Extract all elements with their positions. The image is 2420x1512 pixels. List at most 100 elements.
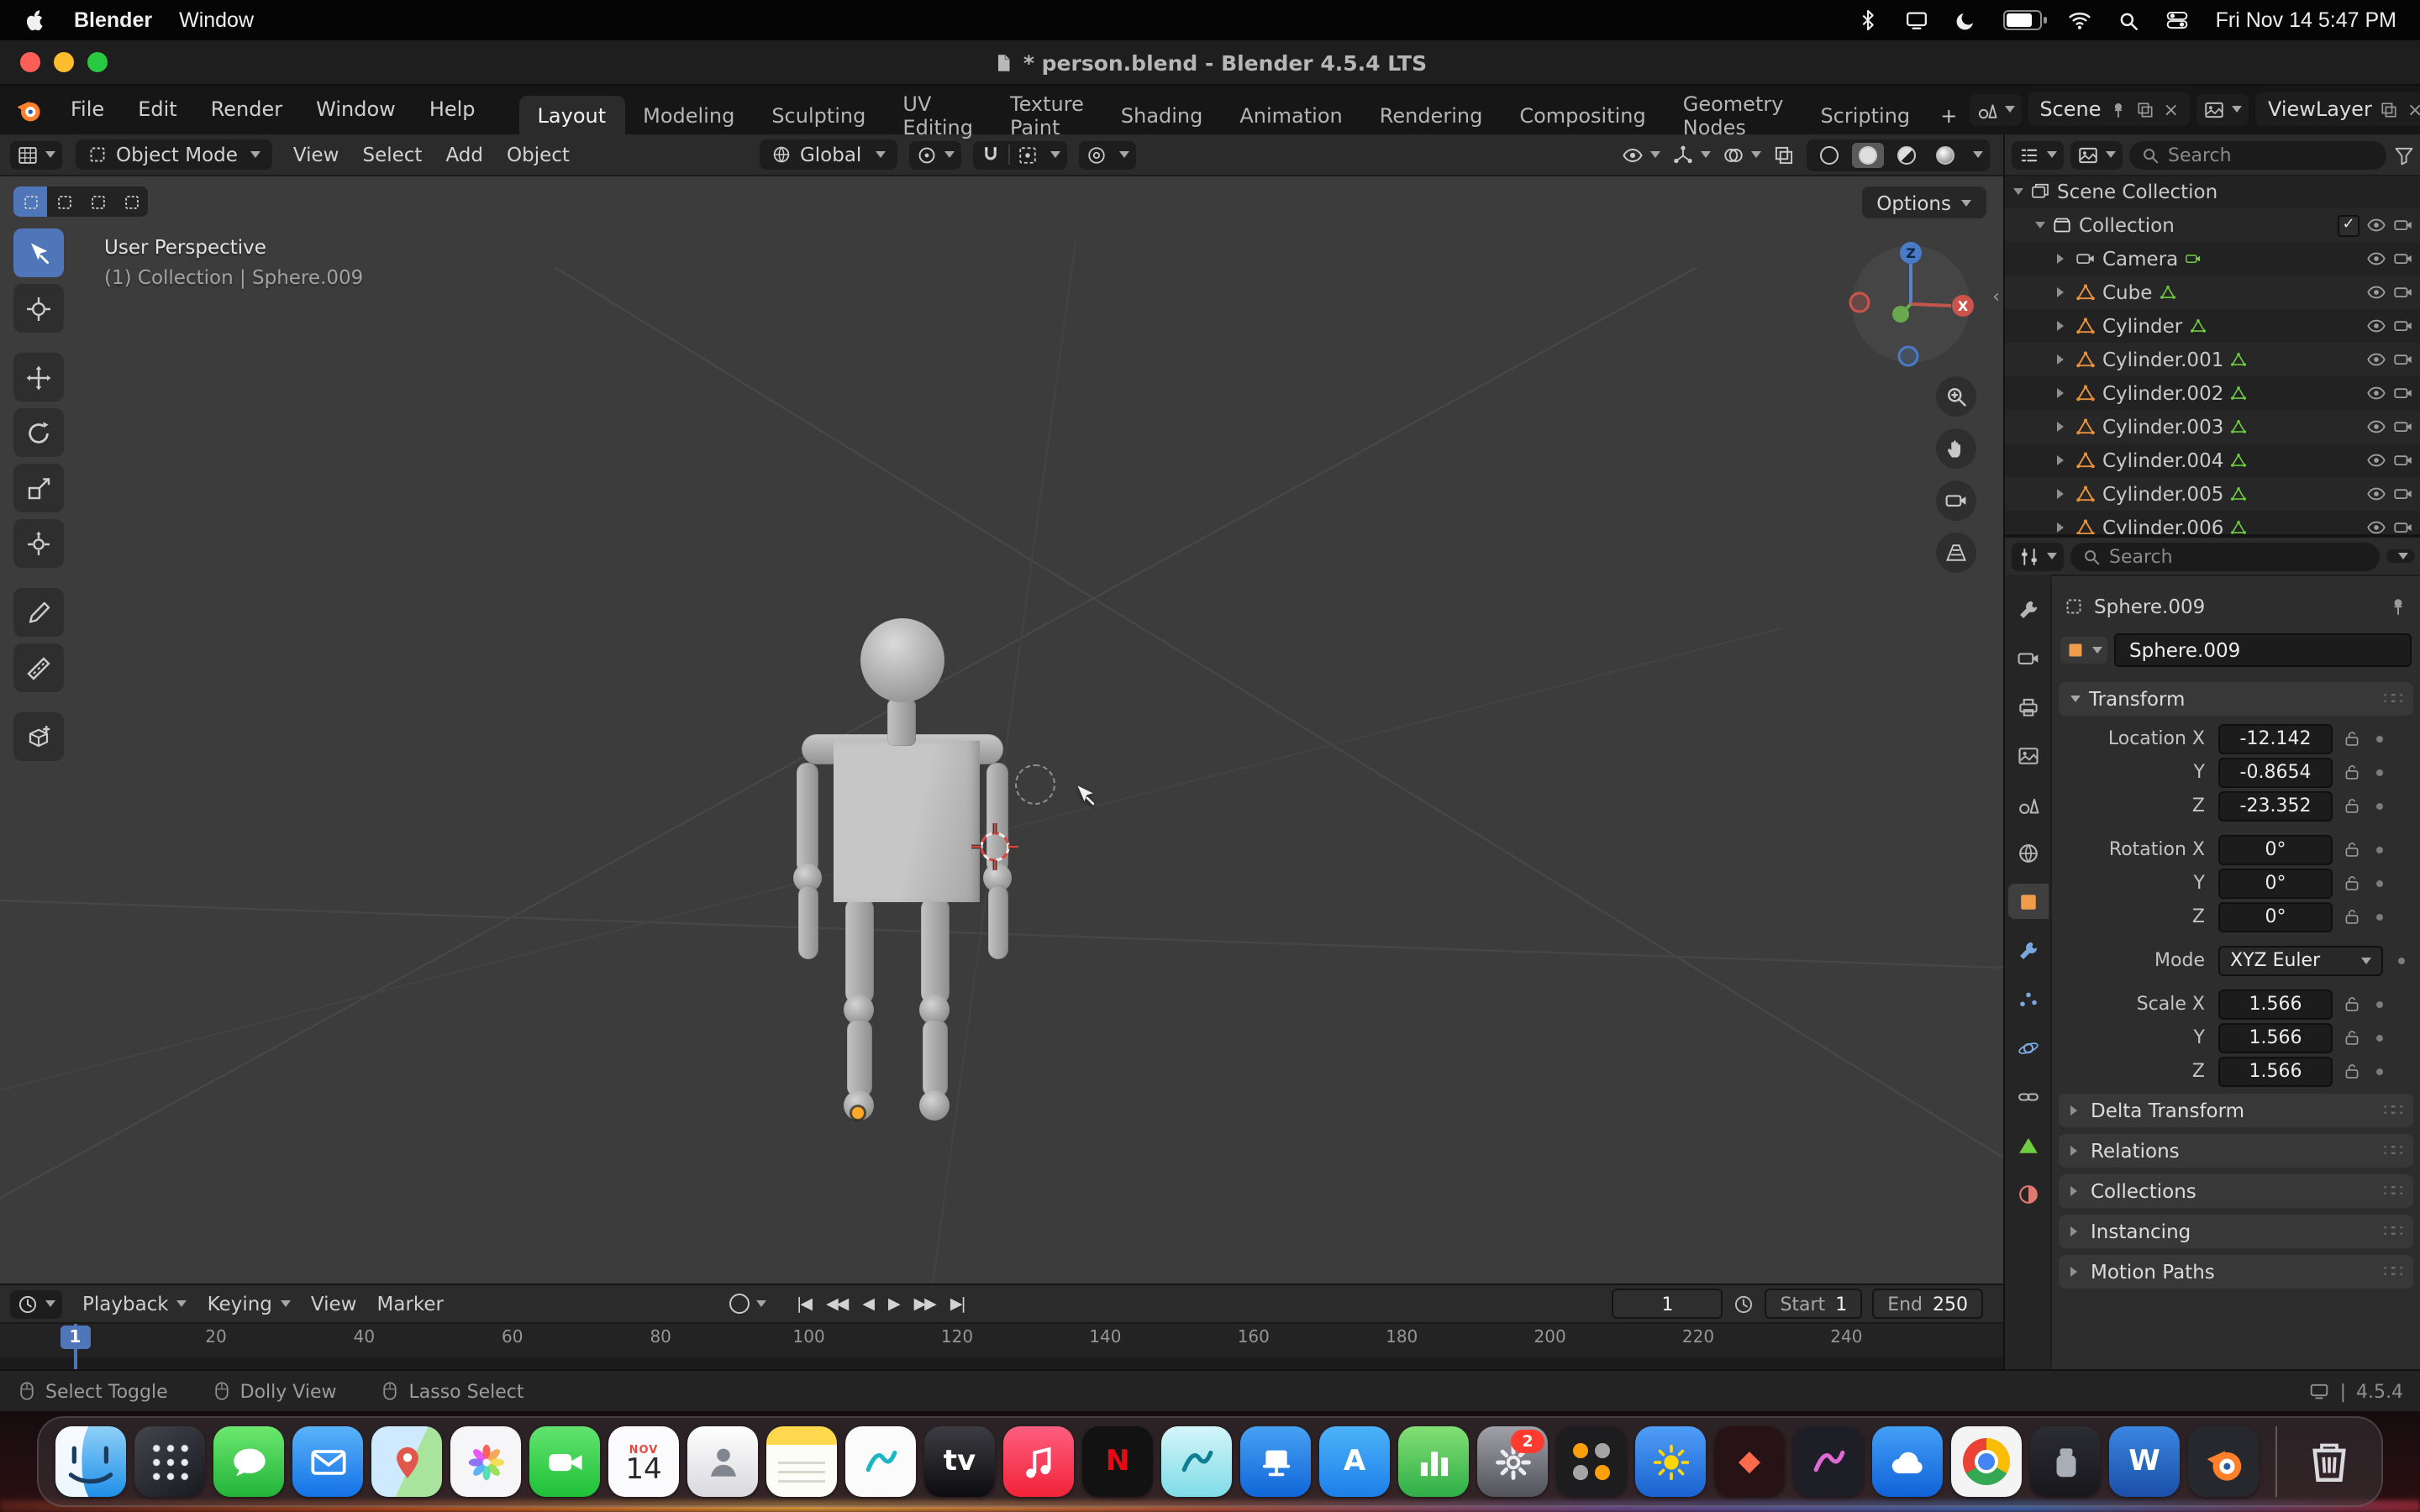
outliner-row-cylinder-004[interactable]: Cylinder.004: [2005, 444, 2420, 477]
disable-in-renders-toggle[interactable]: [2393, 215, 2413, 235]
dock-app-notes[interactable]: [766, 1426, 837, 1497]
viewport-menu-object[interactable]: Object: [507, 143, 570, 166]
properties-tab-object[interactable]: [2007, 884, 2048, 919]
collapse-arrow-icon[interactable]: [2057, 254, 2064, 264]
wifi-icon[interactable]: [2068, 8, 2093, 32]
menubar-clock[interactable]: Fri Nov 14 5:47 PM: [2216, 8, 2396, 32]
dock-app-maps[interactable]: [371, 1426, 442, 1497]
disable-in-renders-toggle[interactable]: [2393, 517, 2413, 534]
collapse-arrow-icon[interactable]: [2057, 455, 2064, 465]
animate-dot[interactable]: [2376, 846, 2383, 853]
properties-tab-scene[interactable]: [2007, 786, 2048, 822]
properties-tab-particles[interactable]: [2007, 981, 2048, 1016]
properties-options-button[interactable]: [2386, 549, 2415, 563]
menubar-menu-window[interactable]: Window: [179, 8, 254, 32]
dock-app-jar[interactable]: [2030, 1426, 2101, 1497]
panel-section-relations[interactable]: Relations∷∷: [2059, 1134, 2413, 1168]
dock-app-weather[interactable]: [1635, 1426, 1706, 1497]
dock-app-calculator[interactable]: [1556, 1426, 1627, 1497]
zoom-button[interactable]: [1936, 376, 1976, 417]
properties-tab-tool[interactable]: [2007, 591, 2048, 627]
dock-app-contacts[interactable]: [687, 1426, 758, 1497]
tool-annotate[interactable]: [13, 588, 64, 637]
properties-editor-type-button[interactable]: [2012, 542, 2064, 570]
disable-in-renders-toggle[interactable]: [2393, 484, 2413, 504]
tool-cursor[interactable]: [13, 284, 64, 333]
lock-toggle[interactable]: [2343, 907, 2361, 926]
play-reverse-button[interactable]: ◀: [862, 1294, 873, 1313]
dock-app-music[interactable]: [1003, 1426, 1074, 1497]
dock-app-cloud[interactable]: [1872, 1426, 1943, 1497]
navigation-gizmo[interactable]: Z X: [1845, 239, 1976, 370]
lock-toggle[interactable]: [2343, 840, 2361, 858]
dock-app-mail[interactable]: [292, 1426, 363, 1497]
menubar-menu-blender[interactable]: Blender: [74, 8, 152, 32]
3d-viewport[interactable]: Object Mode ViewSelectAddObject Global: [0, 134, 2003, 1284]
animate-dot[interactable]: [2376, 1034, 2383, 1041]
animate-dot[interactable]: [2398, 957, 2405, 963]
outliner-row-cylinder-003[interactable]: Cylinder.003: [2005, 410, 2420, 444]
shading-wireframe-button[interactable]: [1813, 142, 1845, 167]
tool-scale[interactable]: [13, 464, 64, 512]
overlays-dropdown[interactable]: [1723, 144, 1761, 165]
animate-dot[interactable]: [2376, 1068, 2383, 1074]
dock-app-pixel[interactable]: ◆: [1714, 1426, 1785, 1497]
viewport-canvas[interactable]: Options User Perspective (1) Collection …: [0, 175, 2003, 1284]
workspace-tab-geometry-nodes[interactable]: Geometry Nodes: [1665, 96, 1802, 134]
hide-in-viewport-toggle[interactable]: [2366, 417, 2386, 437]
object-id-type-button[interactable]: [2060, 637, 2107, 664]
dock-app-paint[interactable]: [1161, 1426, 1232, 1497]
jump-to-end-button[interactable]: ▶|: [950, 1294, 965, 1313]
viewport-menu-view[interactable]: View: [293, 143, 339, 166]
dock-app-chrome[interactable]: [1951, 1426, 2022, 1497]
tool-transform[interactable]: [13, 519, 64, 568]
shading-solid-button[interactable]: [1852, 142, 1884, 167]
properties-tab-render[interactable]: [2007, 640, 2048, 675]
transform-orientation-selector[interactable]: Global: [760, 139, 897, 170]
workspace-tab-texture-paint[interactable]: Texture Paint: [992, 96, 1102, 134]
selectable-checkbox[interactable]: ✓: [2338, 214, 2360, 236]
select-mode-extend[interactable]: [47, 186, 81, 217]
tool-measure[interactable]: [13, 643, 64, 692]
properties-search-input[interactable]: Search: [2070, 542, 2380, 570]
play-button[interactable]: ▶: [888, 1294, 899, 1313]
workspace-tab-compositing[interactable]: Compositing: [1501, 96, 1664, 134]
panel-section-instancing[interactable]: Instancing∷∷: [2059, 1215, 2413, 1248]
properties-tab-output[interactable]: [2007, 689, 2048, 724]
shading-rendered-button[interactable]: [1929, 142, 1961, 167]
number-field[interactable]: -0.8654: [2218, 757, 2333, 787]
pin-id-icon[interactable]: [2388, 596, 2408, 617]
camera-view-button[interactable]: [1936, 480, 1976, 521]
zoom-window-button[interactable]: [87, 52, 108, 72]
properties-tab-view-layer[interactable]: [2007, 738, 2048, 773]
workspace-tab-shading[interactable]: Shading: [1102, 96, 1222, 134]
pivot-point-selector[interactable]: [908, 140, 960, 169]
outliner-row-cube[interactable]: Cube: [2005, 276, 2420, 309]
perspective-toggle-button[interactable]: [1936, 533, 1976, 573]
outliner-row-cylinder-005[interactable]: Cylinder.005: [2005, 477, 2420, 511]
collapse-arrow-icon[interactable]: [2057, 522, 2064, 533]
dock-app-messages[interactable]: [213, 1426, 284, 1497]
sidebar-toggle-arrow[interactable]: ‹: [1992, 286, 2000, 307]
display-mirroring-icon[interactable]: [1905, 8, 1930, 32]
browse-scene-button[interactable]: [1969, 93, 2021, 125]
dock-app-keynote[interactable]: [1240, 1426, 1311, 1497]
breadcrumb-object-name[interactable]: Sphere.009: [2094, 595, 2205, 618]
blender-logo-icon[interactable]: [13, 94, 44, 124]
unlink-scene-icon[interactable]: ×: [2164, 98, 2179, 120]
timeline-menu-view[interactable]: View: [311, 1292, 357, 1315]
scene-selector[interactable]: Scene ×: [2028, 92, 2191, 126]
auto-keying-toggle[interactable]: [729, 1294, 766, 1314]
disable-in-renders-toggle[interactable]: [2393, 417, 2413, 437]
hide-in-viewport-toggle[interactable]: [2366, 316, 2386, 336]
next-keyframe-button[interactable]: ▶▶: [914, 1294, 935, 1313]
add-workspace-button[interactable]: +: [1928, 96, 1969, 134]
timeline-menu-playback[interactable]: Playback: [82, 1292, 187, 1315]
apple-menu-icon[interactable]: [24, 7, 47, 34]
battery-icon[interactable]: [2004, 10, 2043, 30]
lock-toggle[interactable]: [2343, 874, 2361, 892]
number-field[interactable]: 1.566: [2218, 989, 2333, 1019]
panel-section-motion-paths[interactable]: Motion Paths∷∷: [2059, 1255, 2413, 1289]
timeline-editor-type-button[interactable]: [10, 1289, 62, 1318]
expand-arrow-icon[interactable]: [2035, 222, 2045, 228]
